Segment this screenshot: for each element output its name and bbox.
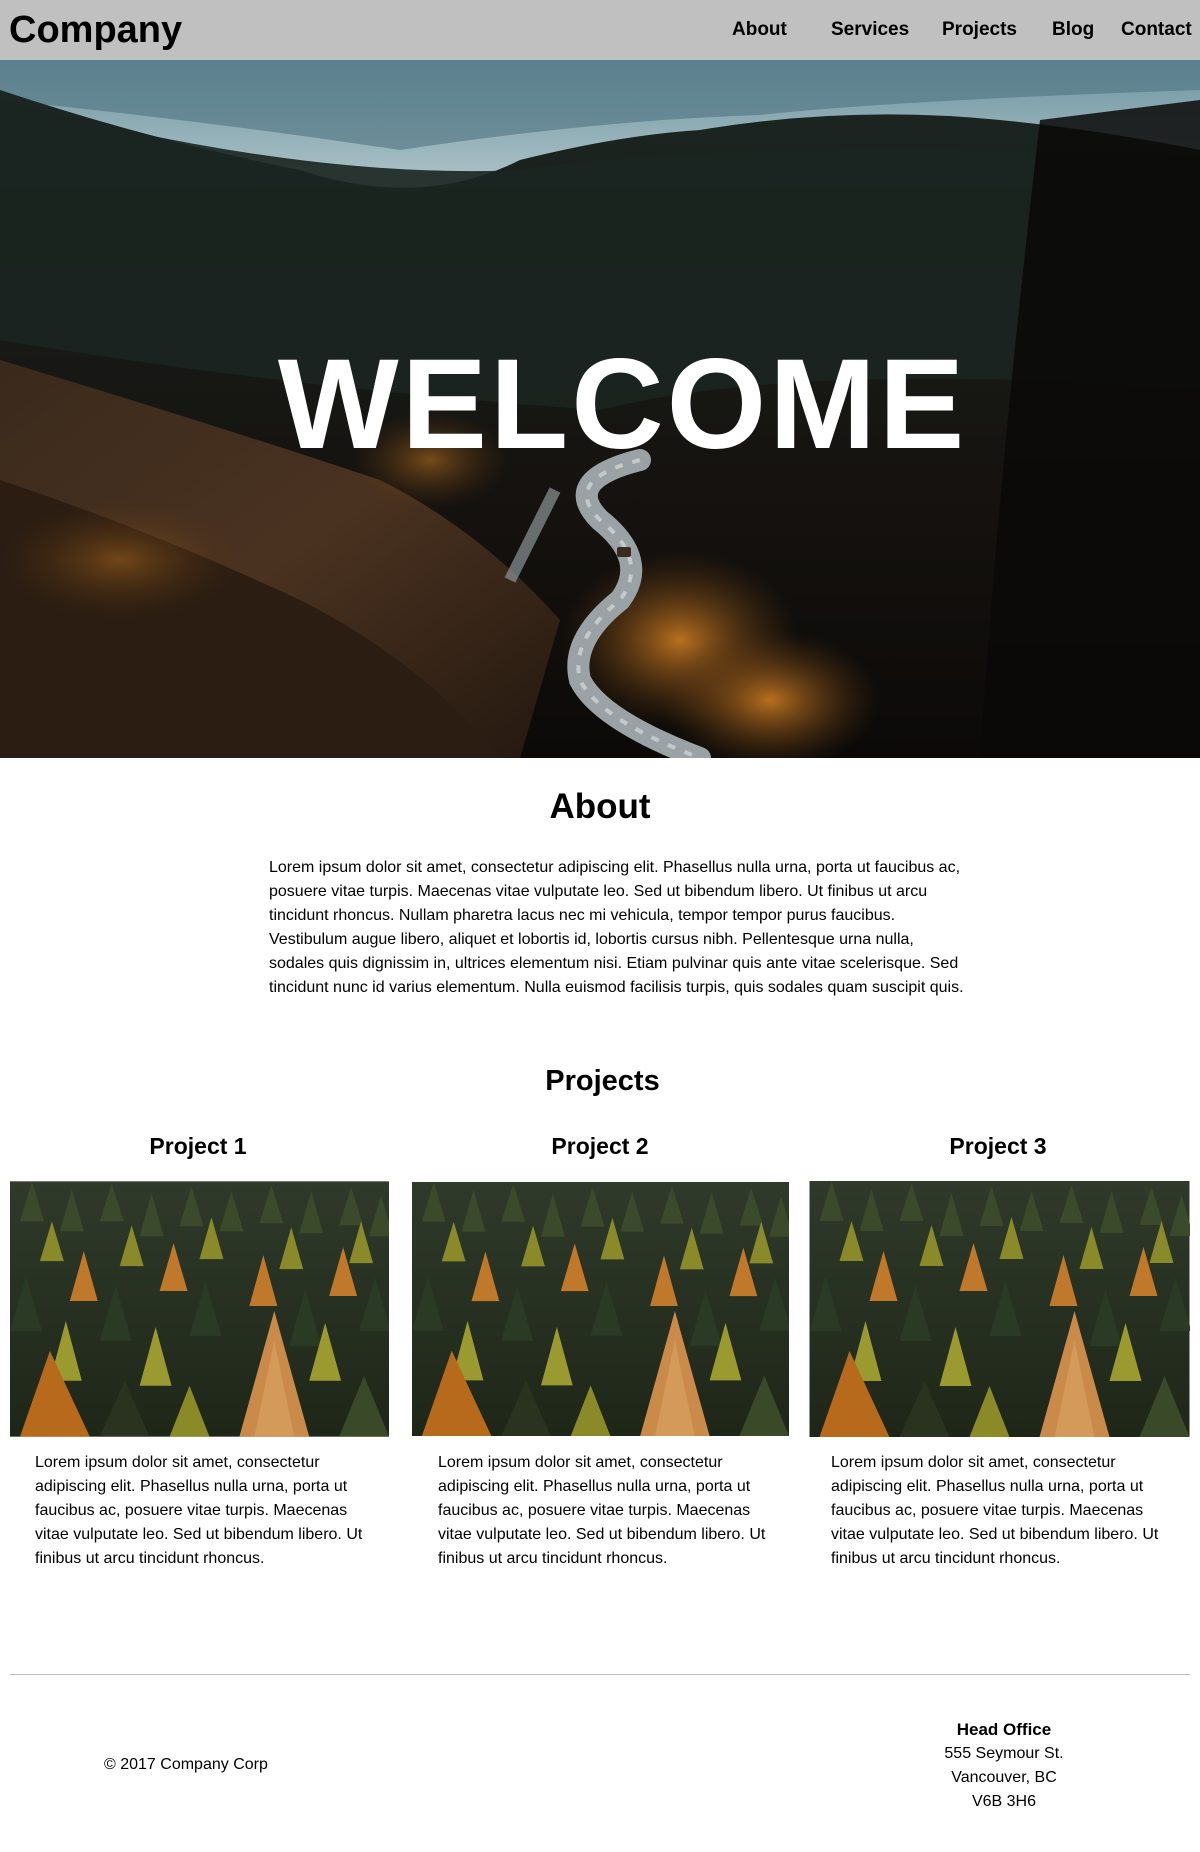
hero-title: WELCOME [277,333,968,476]
nav-projects[interactable]: Projects [942,18,1017,42]
project-line: faucibus ac, posuere vitae turpis. Maece… [438,1502,751,1519]
head-office-address: Head Office 555 Seymour St. Vancouver, B… [904,1718,1104,1814]
project-line: Lorem ipsum dolor sit amet, consectetur [35,1454,320,1471]
project-line: Lorem ipsum dolor sit amet, consectetur [438,1454,723,1471]
project-3-title[interactable]: Project 3 [898,1131,1098,1161]
project-line: vitae vulputate leo. Sed ut bibendum lib… [438,1526,766,1543]
about-paragraph: Lorem ipsum dolor sit amet, consectetur … [269,856,979,1000]
forest-thumbnail [809,1181,1190,1437]
copyright-text: © 2017 Company Corp [104,1756,268,1773]
project-1-description: Lorem ipsum dolor sit amet, consectetur … [35,1451,375,1571]
about-line: posuere vitae turpis. Maecenas vitae vul… [269,883,928,900]
forest-thumbnail [412,1182,789,1436]
about-line: Vestibulum augue libero, aliquet et lobo… [269,931,914,948]
project-line: adipiscing elit. Phasellus nulla urna, p… [438,1478,751,1495]
office-line: Vancouver, BC [951,1769,1057,1786]
about-heading: About [549,787,651,826]
projects-heading: Projects [545,1065,660,1097]
project-2-description: Lorem ipsum dolor sit amet, consectetur … [438,1451,778,1571]
project-line: finibus ut arcu tincidunt rhoncus. [831,1550,1061,1567]
project-line: adipiscing elit. Phasellus nulla urna, p… [831,1478,1144,1495]
project-1-title[interactable]: Project 1 [98,1131,298,1161]
project-line: Lorem ipsum dolor sit amet, consectetur [831,1454,1116,1471]
office-title: Head Office [956,1720,1052,1739]
project-2-title[interactable]: Project 2 [500,1131,700,1161]
project-1-image[interactable] [10,1181,389,1437]
forest-thumbnail [10,1181,389,1437]
about-line: tincidunt nunc id varius elementum. Null… [269,979,964,996]
project-line: finibus ut arcu tincidunt rhoncus. [438,1550,668,1567]
office-line: V6B 3H6 [971,1793,1037,1810]
nav-services[interactable]: Services [831,18,909,42]
project-line: faucibus ac, posuere vitae turpis. Maece… [831,1502,1144,1519]
project-line: adipiscing elit. Phasellus nulla urna, p… [35,1478,348,1495]
site-header: Company About Services Projects Blog Con… [0,0,1200,60]
hero-banner: WELCOME [0,60,1200,758]
project-line: faucibus ac, posuere vitae turpis. Maece… [35,1502,348,1519]
brand-logo[interactable]: Company [9,8,182,52]
footer-divider [10,1674,1190,1675]
project-2-image[interactable] [412,1181,789,1437]
project-line: vitae vulputate leo. Sed ut bibendum lib… [831,1526,1159,1543]
nav-about[interactable]: About [732,18,787,42]
nav-contact[interactable]: Contact [1121,18,1192,42]
office-line: 555 Seymour St. [944,1745,1064,1762]
project-line: vitae vulputate leo. Sed ut bibendum lib… [35,1526,363,1543]
nav-blog[interactable]: Blog [1052,18,1094,42]
about-line: tincidunt rhoncus. Nullam pharetra lacus… [269,907,896,924]
about-line: sodales quis dignissim in, ultrices elem… [269,955,959,972]
project-3-description: Lorem ipsum dolor sit amet, consectetur … [831,1451,1171,1571]
project-line: finibus ut arcu tincidunt rhoncus. [35,1550,265,1567]
project-3-image[interactable] [809,1181,1190,1437]
about-line: Lorem ipsum dolor sit amet, consectetur … [269,859,961,876]
